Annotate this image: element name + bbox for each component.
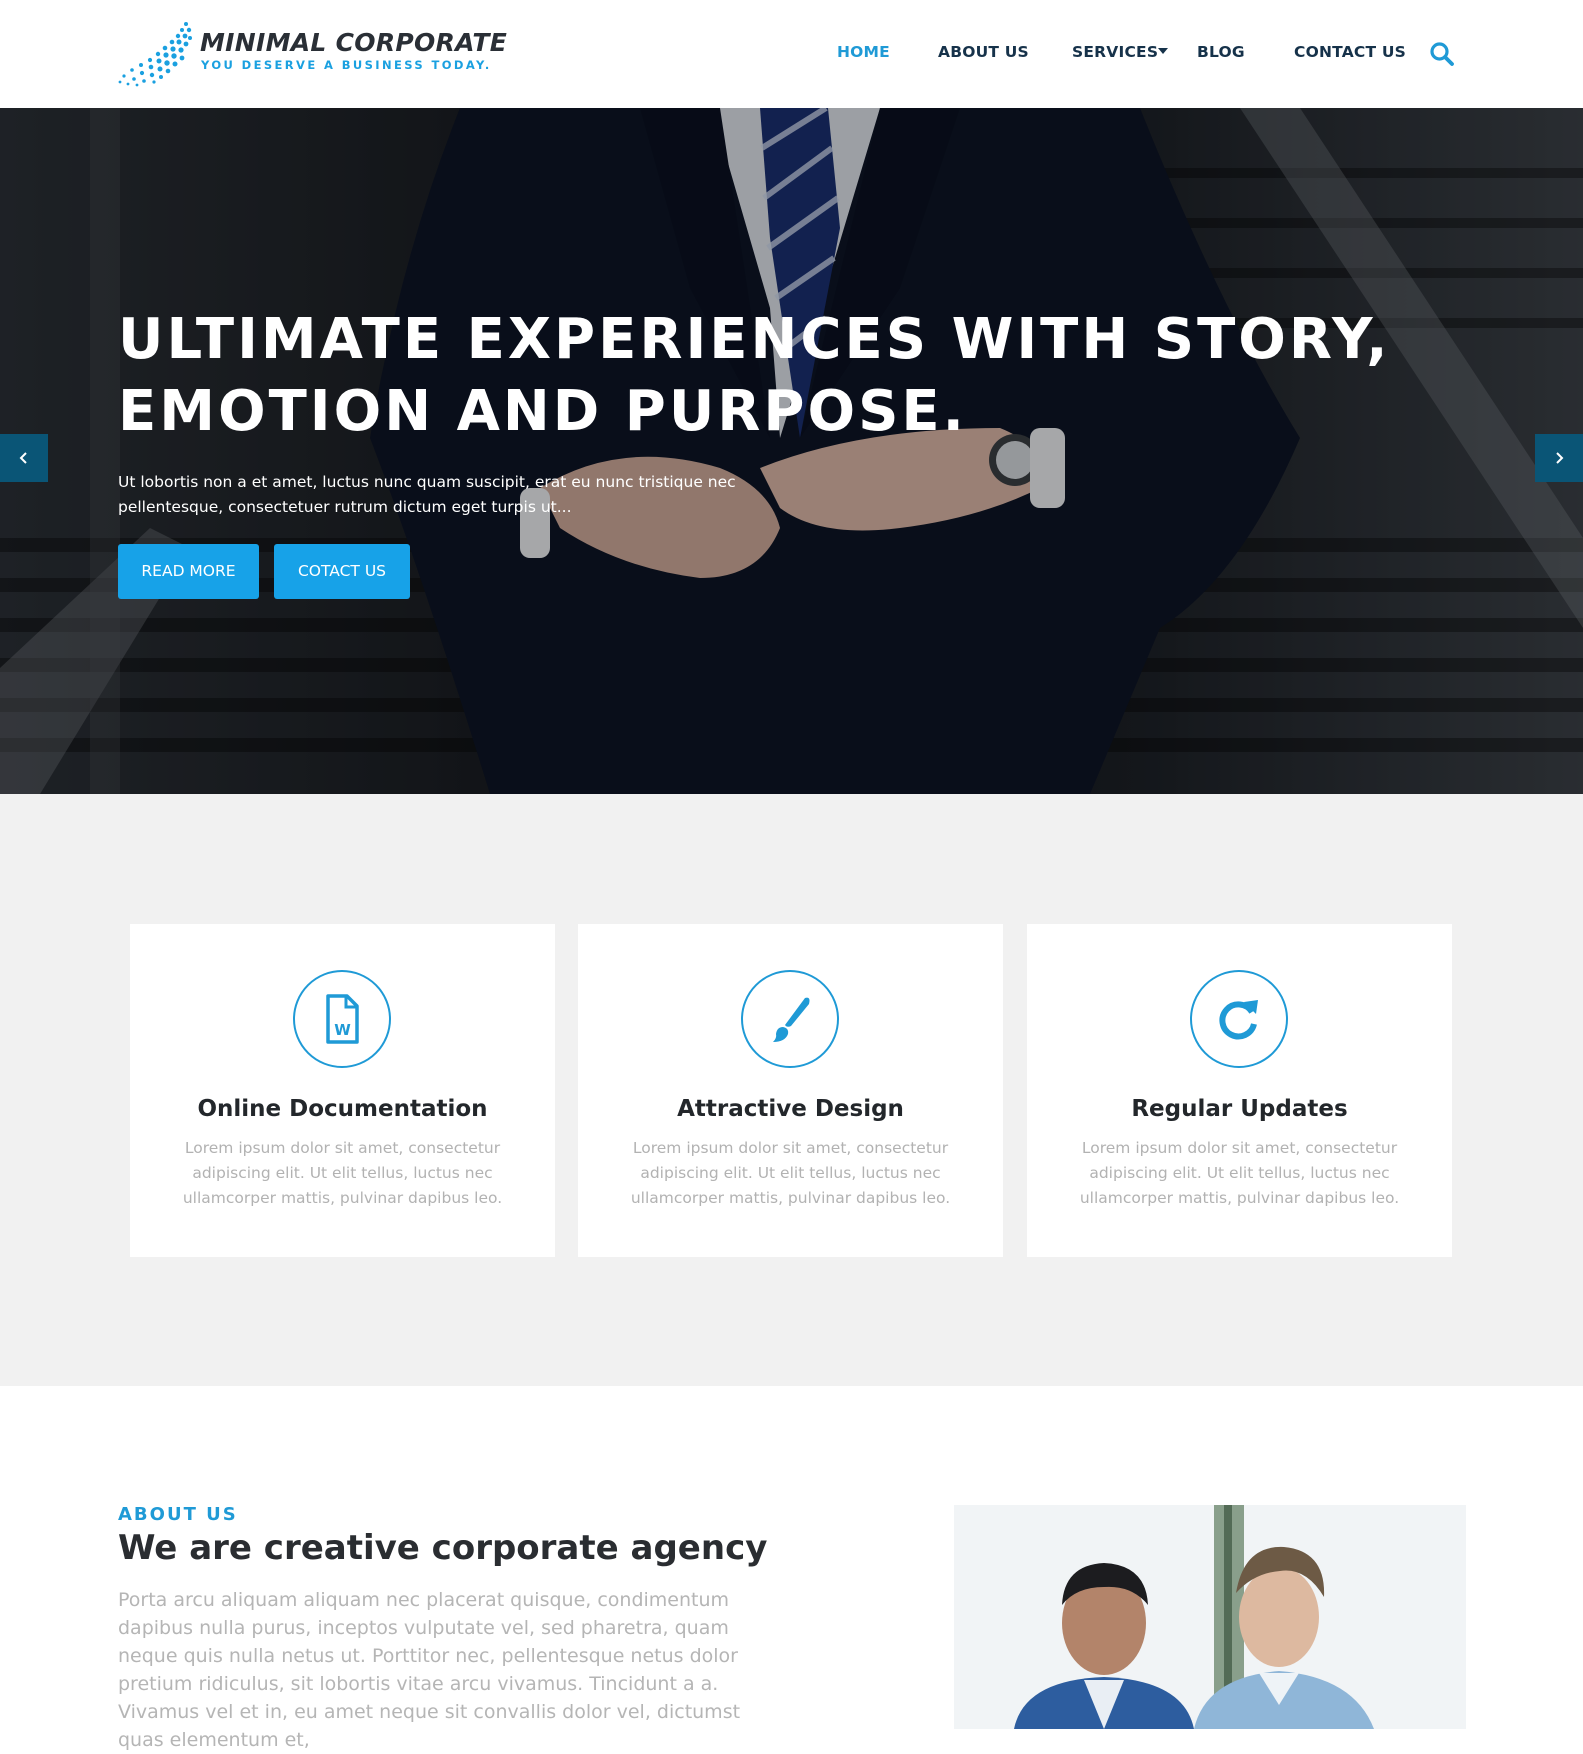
feature-title: Regular Updates — [1131, 1096, 1348, 1122]
feature-title: Online Documentation — [197, 1096, 488, 1122]
nav-item-contact-us[interactable]: CONTACT US — [1294, 43, 1406, 67]
word-document-icon: W — [326, 994, 359, 1044]
hero-background-image — [0, 108, 1583, 794]
feature-icon-circle: W — [293, 970, 391, 1068]
hero-title: ULTIMATE EXPERIENCES WITH STORY, EMOTION… — [118, 304, 1418, 448]
site-header: MINIMAL CORPORATE YOU DESERVE A BUSINESS… — [0, 0, 1583, 108]
feature-card-updates: Regular Updates Lorem ipsum dolor sit am… — [1027, 924, 1452, 1257]
hero-title-line-2: EMOTION AND PURPOSE. — [118, 379, 967, 444]
hero-title-line-1: ULTIMATE EXPERIENCES WITH STORY, — [118, 307, 1391, 372]
feature-icon-circle — [1190, 970, 1288, 1068]
features-section: W Online Documentation Lorem ipsum dolor… — [0, 794, 1583, 1386]
chevron-left-icon — [19, 452, 27, 464]
nav-item-about-us[interactable]: ABOUT US — [938, 43, 1029, 67]
caret-down-icon[interactable] — [1158, 48, 1168, 54]
nav-item-services[interactable]: SERVICES — [1072, 43, 1158, 67]
site-logo[interactable]: MINIMAL CORPORATE YOU DESERVE A BUSINESS… — [116, 18, 507, 88]
paint-brush-icon — [773, 997, 810, 1042]
logo-tagline: YOU DESERVE A BUSINESS TODAY. — [201, 58, 492, 72]
chevron-right-icon — [1556, 452, 1564, 464]
about-team-image — [954, 1505, 1466, 1729]
slider-next-button[interactable] — [1535, 434, 1583, 482]
feature-icon-circle — [741, 970, 839, 1068]
team-photo — [954, 1505, 1466, 1729]
feature-card-documentation: W Online Documentation Lorem ipsum dolor… — [130, 924, 555, 1257]
slider-prev-button[interactable] — [0, 434, 48, 482]
nav-item-blog[interactable]: BLOG — [1197, 43, 1245, 67]
contact-us-button[interactable]: COTACT US — [274, 544, 410, 599]
feature-text: Lorem ipsum dolor sit amet, consectetur … — [182, 1139, 503, 1207]
refresh-icon — [1219, 1000, 1258, 1040]
about-kicker: ABOUT US — [118, 1504, 238, 1525]
logo-title: MINIMAL CORPORATE — [200, 28, 508, 57]
svg-text:W: W — [334, 1021, 351, 1039]
feature-card-design: Attractive Design Lorem ipsum dolor sit … — [578, 924, 1003, 1257]
logo-mark-icon — [118, 22, 192, 87]
nav-item-home[interactable]: HOME — [837, 43, 890, 67]
hero-slider: ULTIMATE EXPERIENCES WITH STORY, EMOTION… — [0, 108, 1583, 794]
feature-title: Attractive Design — [677, 1096, 904, 1122]
about-title: We are creative corporate agency — [118, 1528, 768, 1568]
read-more-button[interactable]: READ MORE — [118, 544, 259, 599]
search-icon[interactable] — [1428, 40, 1456, 68]
feature-text: Lorem ipsum dolor sit amet, consectetur … — [1079, 1139, 1400, 1207]
hero-subtitle: Ut lobortis non a et amet, luctus nunc q… — [118, 473, 736, 516]
feature-text: Lorem ipsum dolor sit amet, consectetur … — [630, 1139, 951, 1207]
about-section: ABOUT US We are creative corporate agenc… — [0, 1386, 1583, 1751]
